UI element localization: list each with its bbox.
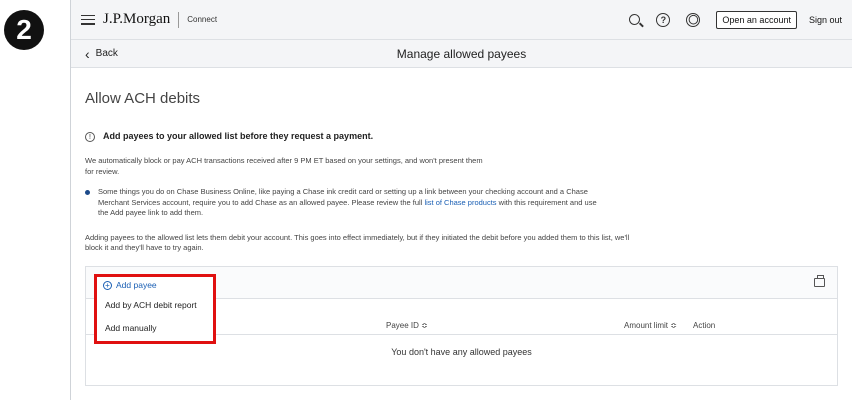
back-button[interactable]: ‹ Back — [85, 46, 118, 62]
chase-products-link[interactable]: list of Chase products — [424, 198, 496, 207]
notice-text: We automatically block or pay ACH transa… — [85, 156, 483, 176]
notice: ! Add payees to your allowed list before… — [85, 131, 838, 142]
search-icon[interactable] — [629, 14, 641, 25]
column-amount-limit[interactable]: Amount limit ≎ — [624, 321, 677, 330]
add-manually-option[interactable]: Add manually — [97, 316, 213, 339]
column-payee-id[interactable]: Payee ID ≎ — [386, 321, 428, 330]
sub-header: ‹ Back Manage allowed payees — [71, 40, 852, 68]
menu-icon[interactable] — [81, 14, 95, 25]
back-label: Back — [95, 48, 118, 59]
user-icon[interactable]: ◯ — [686, 12, 701, 27]
add-payee-button[interactable]: + Add payee — [97, 277, 213, 293]
logo-divider — [178, 11, 180, 28]
info-icon: ! — [85, 132, 95, 142]
page-title: Manage allowed payees — [396, 46, 527, 61]
add-payee-dropdown: + Add payee Add by ACH debit report Add … — [94, 274, 216, 344]
back-chevron-icon: ‹ — [85, 45, 90, 62]
top-bar: J.P.Morgan Connect ? ◯ Open an account S… — [71, 0, 852, 40]
logo-subtitle: Connect — [187, 15, 218, 24]
step-badge: 2 — [4, 10, 44, 50]
column-action: Action — [693, 320, 716, 330]
logo[interactable]: J.P.Morgan — [103, 11, 170, 28]
plus-circle-icon: + — [103, 280, 112, 290]
section-heading: Allow ACH debits — [85, 90, 201, 107]
open-account-button[interactable]: Open an account — [716, 10, 797, 29]
bullet-item: Some things you do on Chase Business Onl… — [85, 187, 838, 219]
top-actions: ? ◯ Open an account Sign out — [613, 10, 842, 29]
sign-out-link[interactable]: Sign out — [809, 15, 842, 25]
help-icon[interactable]: ? — [656, 12, 671, 27]
add-by-ach-report-option[interactable]: Add by ACH debit report — [97, 293, 213, 316]
print-icon[interactable] — [814, 274, 825, 287]
add-payee-label: Add payee — [116, 280, 157, 290]
adding-info-text: Adding payees to the allowed list lets t… — [85, 232, 630, 253]
empty-state-message: You don't have any allowed payees — [391, 346, 532, 357]
notice-title: Add payees to your allowed list before t… — [103, 131, 374, 141]
bullet-dot — [85, 190, 90, 195]
bullet-text: Some things you do on Chase Business Onl… — [98, 187, 598, 219]
